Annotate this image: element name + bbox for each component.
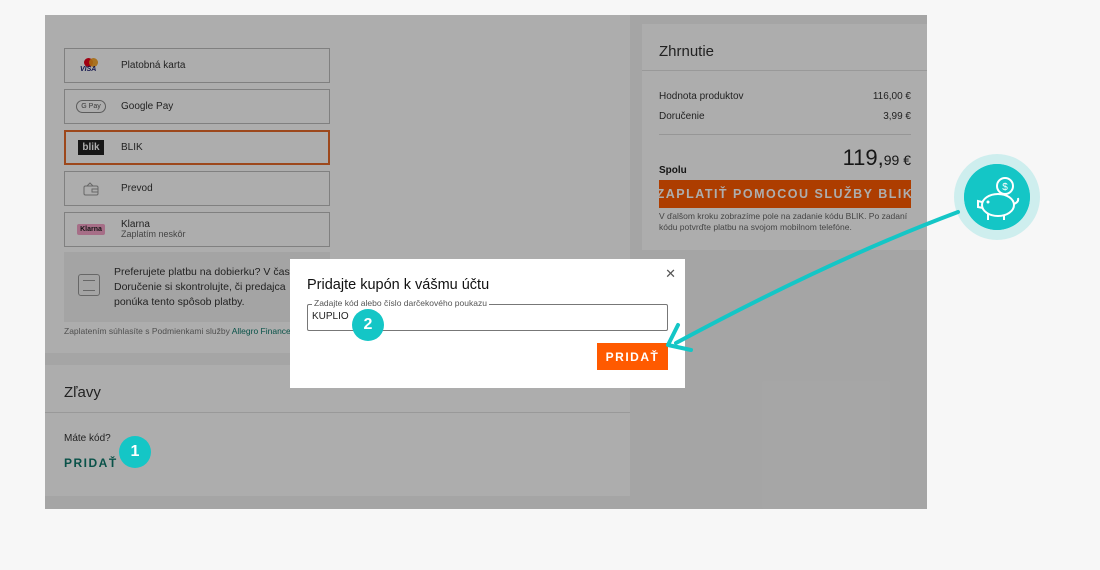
step-1-badge: 1 [119, 436, 151, 468]
coupon-dialog: ✕ Pridajte kupón k vášmu účtu Zadajte kó… [290, 259, 685, 388]
dialog-title: Pridajte kupón k vášmu účtu [307, 277, 490, 293]
step-2-badge: 2 [352, 309, 384, 341]
svg-text:$: $ [1002, 182, 1008, 193]
piggy-bank-icon: $ [954, 154, 1040, 240]
close-icon[interactable]: ✕ [665, 266, 676, 282]
coupon-field-label: Zadajte kód alebo číslo darčekového pouk… [312, 298, 489, 308]
add-coupon-button[interactable]: PRIDAŤ [597, 343, 668, 370]
